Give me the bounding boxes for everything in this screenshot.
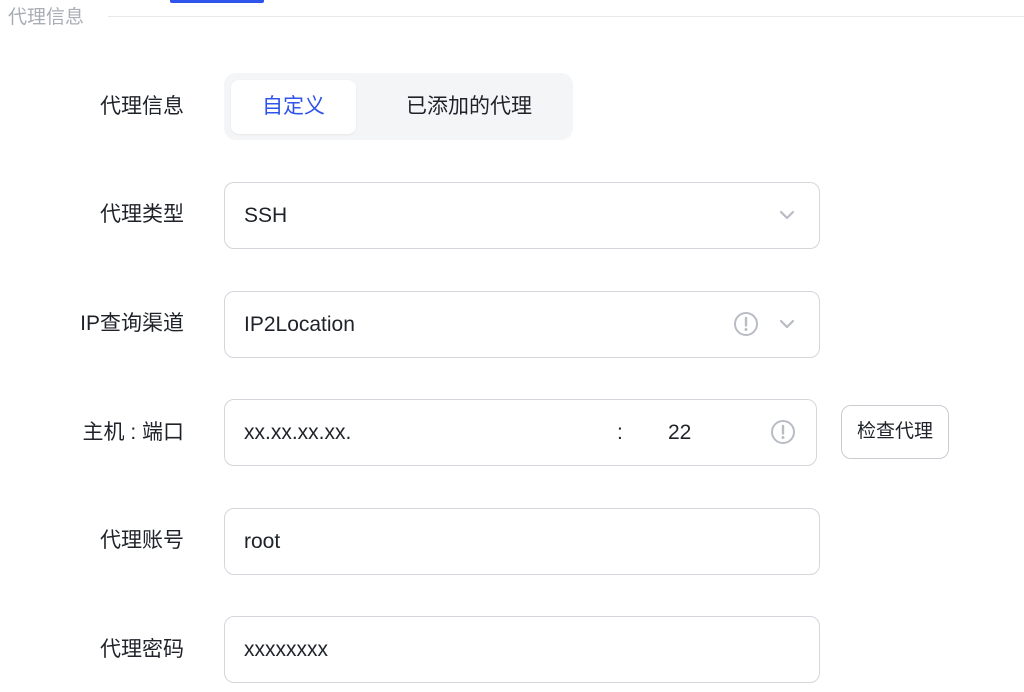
info-alert-icon[interactable] xyxy=(733,311,759,337)
proxy-password-input[interactable]: xxxxxxxx xyxy=(224,616,820,683)
tab-added-proxies[interactable]: 已添加的代理 xyxy=(374,80,564,134)
proxy-type-select[interactable]: SSH xyxy=(224,182,820,249)
section-title: 代理信息 xyxy=(8,7,85,28)
ip-channel-select[interactable]: IP2Location xyxy=(224,291,820,358)
section-divider xyxy=(108,16,1024,17)
info-alert-icon[interactable] xyxy=(770,419,796,445)
host-port-separator: : xyxy=(617,421,623,444)
tab-custom[interactable]: 自定义 xyxy=(231,80,356,134)
proxy-password-label: 代理密码 xyxy=(100,638,184,661)
proxy-account-label: 代理账号 xyxy=(100,529,184,552)
ip-channel-label: IP查询渠道 xyxy=(80,312,184,335)
host-port-label: 主机 : 端口 xyxy=(82,421,184,444)
proxy-info-label: 代理信息 xyxy=(100,95,184,118)
chevron-down-icon xyxy=(779,210,795,220)
proxy-source-segmented-control: 自定义 已添加的代理 xyxy=(224,73,573,140)
proxy-account-input[interactable]: root xyxy=(224,508,820,575)
proxy-account-value: root xyxy=(244,530,281,553)
port-input[interactable]: 22 xyxy=(668,400,691,465)
ip-channel-value: IP2Location xyxy=(244,313,355,336)
proxy-type-label: 代理类型 xyxy=(100,203,184,226)
chevron-down-icon xyxy=(779,319,795,329)
active-tab-indicator xyxy=(170,0,264,3)
host-input[interactable]: xx.xx.xx.xx. xyxy=(244,400,351,465)
proxy-password-value: xxxxxxxx xyxy=(244,638,328,661)
host-port-input[interactable]: xx.xx.xx.xx. : 22 xyxy=(224,399,817,466)
check-proxy-button[interactable]: 检查代理 xyxy=(841,405,949,459)
proxy-type-value: SSH xyxy=(244,204,288,227)
